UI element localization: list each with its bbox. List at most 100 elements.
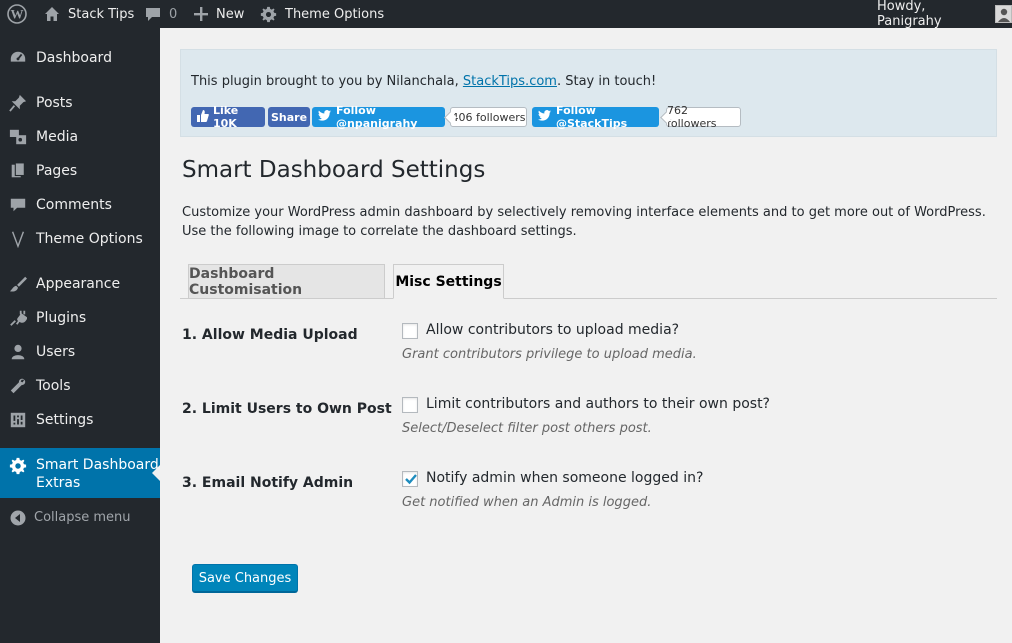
allow-media-upload-checkbox-label[interactable]: Allow contributors to upload media? xyxy=(426,322,679,338)
page-description: Customize your WordPress admin dashboard… xyxy=(182,205,986,239)
notice-text: This plugin brought to you by Nilanchala… xyxy=(191,74,656,89)
sidebar-item-dashboard[interactable]: Dashboard xyxy=(0,46,160,70)
allow-media-upload-checkbox[interactable] xyxy=(402,323,418,339)
svg-text:W: W xyxy=(11,7,24,22)
thumbs-up-icon xyxy=(197,109,209,125)
comment-icon xyxy=(8,195,28,215)
sidebar-item-label: Users xyxy=(36,344,76,360)
sidebar-item-label: Plugins xyxy=(36,310,87,326)
sidebar-item-label: Comments xyxy=(36,197,112,213)
sidebar-item-label-line1: Smart Dashboard xyxy=(36,457,159,473)
sidebar-item-users[interactable]: Users xyxy=(0,340,160,364)
sidebar-item-settings[interactable]: Settings xyxy=(0,408,160,432)
sidebar-item-label: Dashboard xyxy=(36,50,112,66)
media-icon xyxy=(8,127,28,147)
twitter-follow-stacktips-button[interactable]: Follow @StackTips xyxy=(532,104,659,130)
setting-label-limit-users: 2. Limit Users to Own Post xyxy=(182,401,392,417)
main-content: This plugin brought to you by Nilanchala… xyxy=(160,28,1012,643)
pin-icon xyxy=(8,93,28,113)
admin-sidebar: Dashboard Posts Media Pages Comments The… xyxy=(0,28,160,643)
home-icon xyxy=(44,6,60,22)
collapse-menu-button[interactable]: Collapse menu xyxy=(0,506,160,530)
page-title: Smart Dashboard Settings xyxy=(182,157,486,183)
limit-users-checkbox[interactable] xyxy=(402,397,418,413)
sidebar-item-media[interactable]: Media xyxy=(0,125,160,149)
twitter-follower-count-text: 406 followers xyxy=(451,110,526,124)
sidebar-item-label: Posts xyxy=(36,95,73,111)
collapse-arrow-icon xyxy=(8,508,28,528)
wrench-icon xyxy=(8,376,28,396)
twitter-follower-count-text: 762 followers xyxy=(667,104,717,130)
new-label: New xyxy=(216,6,245,22)
howdy-text: Howdy, Panigrahy xyxy=(877,0,942,29)
twitter-follower-count: 762 followers xyxy=(666,104,741,130)
gear-icon xyxy=(8,456,28,476)
twitter-bird-icon xyxy=(318,110,331,124)
twitter-follow-npanigrahy-button[interactable]: Follow @npanigrahy xyxy=(312,104,445,130)
my-account-link[interactable]: Howdy, Panigrahy xyxy=(877,0,1012,29)
sidebar-item-label: Smart Dashboard Extras xyxy=(36,456,159,492)
wordpress-logo-icon[interactable]: W xyxy=(7,0,27,28)
theme-options-label: Theme Options xyxy=(285,6,385,22)
email-notify-description: Get notified when an Admin is logged. xyxy=(402,495,652,510)
plus-icon xyxy=(194,7,208,21)
comments-link[interactable]: 0 xyxy=(145,0,177,28)
plug-icon xyxy=(8,308,28,328)
comment-bubble-icon xyxy=(145,7,161,22)
sidebar-item-label: Media xyxy=(36,129,79,145)
sidebar-item-plugins[interactable]: Plugins xyxy=(0,306,160,330)
notice-text-after: . Stay in touch! xyxy=(556,74,657,89)
sidebar-item-label: Pages xyxy=(36,163,78,179)
user-icon xyxy=(8,342,28,362)
facebook-like-label: Like 10K xyxy=(213,104,239,130)
admin-bar: W Stack Tips 0 New Theme Options Howdy, … xyxy=(0,0,1012,29)
email-notify-checkbox-label[interactable]: Notify admin when someone logged in? xyxy=(426,470,703,486)
new-content-link[interactable]: New xyxy=(194,0,244,28)
setting-label-email-notify: 3. Email Notify Admin xyxy=(182,475,354,491)
twitter-follow-label: Follow @npanigrahy xyxy=(336,104,418,130)
save-changes-button[interactable]: Save Changes xyxy=(192,564,298,592)
tab-label: Misc Settings xyxy=(395,273,502,290)
save-changes-label: Save Changes xyxy=(198,570,292,586)
sidebar-item-comments[interactable]: Comments xyxy=(0,193,160,217)
sidebar-item-label: Tools xyxy=(36,378,71,394)
sidebar-item-label: Settings xyxy=(36,412,94,428)
email-notify-checkbox[interactable] xyxy=(402,471,418,487)
twitter-follower-count: 406 followers xyxy=(450,107,527,127)
notice-text-before: This plugin brought to you by Nilanchala… xyxy=(191,74,463,89)
sidebar-item-label: Appearance xyxy=(36,276,121,292)
collapse-menu-label: Collapse menu xyxy=(34,510,131,525)
tab-misc-settings[interactable]: Misc Settings xyxy=(393,264,504,299)
tab-label: Dashboard Customisation xyxy=(189,265,303,298)
avatar xyxy=(994,5,1012,23)
facebook-share-button[interactable]: Share xyxy=(268,107,310,127)
brush-icon xyxy=(8,274,28,294)
sidebar-item-label-line2: Extras xyxy=(36,475,81,491)
theme-options-link[interactable]: Theme Options xyxy=(260,0,384,28)
sidebar-item-appearance[interactable]: Appearance xyxy=(0,272,160,296)
plugin-notice: This plugin brought to you by Nilanchala… xyxy=(180,49,997,137)
site-name-link[interactable]: Stack Tips xyxy=(44,0,134,28)
sliders-icon xyxy=(8,410,28,430)
facebook-like-button[interactable]: Like 10K xyxy=(191,104,265,130)
sidebar-item-pages[interactable]: Pages xyxy=(0,159,160,183)
sidebar-item-tools[interactable]: Tools xyxy=(0,374,160,398)
twitter-follow-label: Follow @StackTips xyxy=(556,104,628,130)
gear-icon xyxy=(260,6,277,23)
limit-users-description: Select/Deselect filter post others post. xyxy=(402,421,652,436)
twitter-bird-icon xyxy=(538,110,551,124)
setting-label-media-upload: 1. Allow Media Upload xyxy=(182,327,358,343)
dashboard-icon xyxy=(8,48,28,68)
allow-media-upload-description: Grant contributors privilege to upload m… xyxy=(402,347,697,362)
facebook-share-label: Share xyxy=(270,110,308,124)
limit-users-checkbox-label[interactable]: Limit contributors and authors to their … xyxy=(426,396,770,412)
sidebar-item-label: Theme Options xyxy=(36,231,143,247)
v-icon xyxy=(8,229,28,249)
stacktips-link[interactable]: StackTips.com xyxy=(463,74,557,89)
sidebar-item-smart-dashboard-extras[interactable]: Smart Dashboard Extras xyxy=(0,448,160,498)
sidebar-item-posts[interactable]: Posts xyxy=(0,91,160,115)
tab-dashboard-customisation[interactable]: Dashboard Customisation xyxy=(188,264,385,299)
pages-icon xyxy=(8,161,28,181)
sidebar-item-theme-options[interactable]: Theme Options xyxy=(0,227,160,251)
site-name: Stack Tips xyxy=(68,6,135,22)
